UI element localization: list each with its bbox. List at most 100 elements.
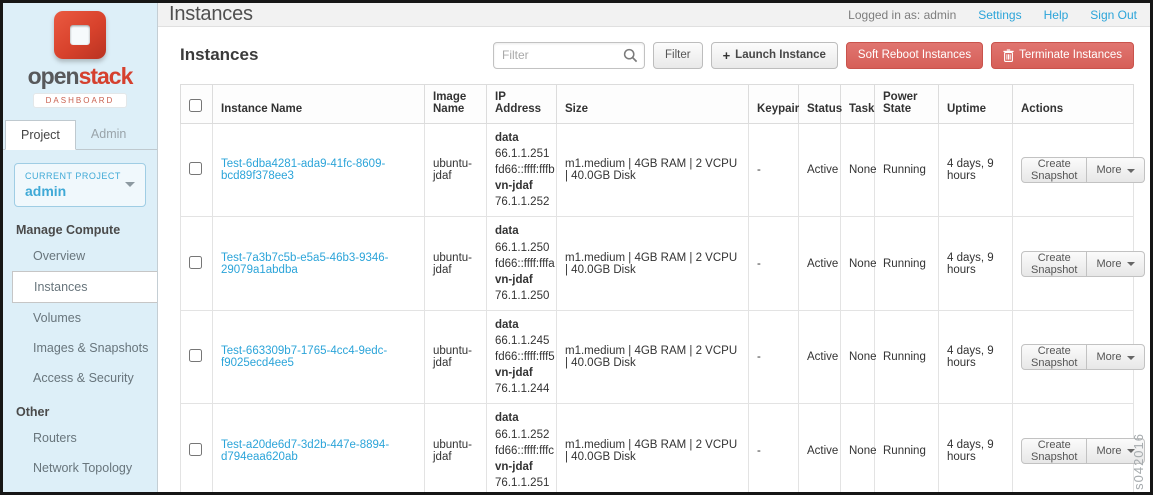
create-snapshot-button[interactable]: Create Snapshot: [1021, 251, 1087, 277]
row-checkbox[interactable]: [189, 443, 202, 456]
instances-rows: Test-6dba4281-ada9-41fc-8609-bcd89f378ee…: [181, 124, 1134, 495]
col-image-name: Image Name: [425, 85, 487, 124]
instance-name-link[interactable]: Test-6dba4281-ada9-41fc-8609-bcd89f378ee…: [221, 158, 385, 182]
ip-v6: fd66::ffff:fffb: [495, 162, 548, 178]
row-checkbox[interactable]: [189, 349, 202, 362]
power-state-cell: Running: [875, 310, 939, 403]
sidebar-item-load-balancers[interactable]: Load Balancers: [3, 483, 157, 495]
caret-down-icon: [1127, 262, 1135, 266]
sidebar-item-overview[interactable]: Overview: [3, 241, 157, 271]
network-2-name: vn-jdaf: [495, 272, 548, 288]
col-actions: Actions: [1013, 85, 1134, 124]
ip-v4-1: 66.1.1.251: [495, 146, 548, 162]
ip-v4-1: 66.1.1.252: [495, 427, 548, 443]
instance-name-cell: Test-a20de6d7-3d2b-447e-8894-d794eaa620a…: [213, 404, 425, 495]
more-actions-button[interactable]: More: [1087, 344, 1144, 370]
power-state-cell: Running: [875, 124, 939, 217]
ip-v4-2: 76.1.1.251: [495, 475, 548, 491]
tab-admin[interactable]: Admin: [76, 120, 141, 149]
instance-name-link[interactable]: Test-663309b7-1765-4cc4-9edc-f9025ecd4ee…: [221, 345, 387, 369]
col-ip-address: IP Address: [487, 85, 557, 124]
page-title: Instances: [169, 3, 253, 26]
help-link[interactable]: Help: [1044, 8, 1069, 22]
instance-name-cell: Test-6dba4281-ada9-41fc-8609-bcd89f378ee…: [213, 124, 425, 217]
current-project-selector[interactable]: CURRENT PROJECT admin: [14, 163, 146, 207]
launch-instance-button[interactable]: +Launch Instance: [711, 42, 838, 69]
caret-down-icon: [1127, 356, 1135, 360]
instances-table: Instance Name Image Name IP Address Size…: [180, 84, 1134, 495]
top-header-links: Logged in as: admin Settings Help Sign O…: [848, 8, 1137, 22]
keypair-cell: -: [749, 310, 799, 403]
more-actions-button[interactable]: More: [1087, 157, 1144, 183]
row-actions-group: Create Snapshot More: [1021, 157, 1145, 183]
ip-address-cell: data 66.1.1.250 fd66::ffff:fffa vn-jdaf …: [487, 217, 557, 310]
more-actions-button[interactable]: More: [1087, 251, 1144, 277]
settings-link[interactable]: Settings: [978, 8, 1021, 22]
sidebar-item-access-security[interactable]: Access & Security: [3, 363, 157, 393]
sidebar-item-instances[interactable]: Instances: [12, 271, 157, 303]
task-cell: None: [841, 124, 875, 217]
create-snapshot-button[interactable]: Create Snapshot: [1021, 344, 1087, 370]
toolbar-actions: Filter +Launch Instance Soft Reboot Inst…: [493, 42, 1134, 69]
current-project-label: CURRENT PROJECT: [25, 171, 135, 181]
ip-v4-2: 76.1.1.250: [495, 288, 548, 304]
logged-in-as: Logged in as: admin: [848, 8, 956, 22]
section-heading: Instances: [180, 45, 258, 65]
table-row: Test-663309b7-1765-4cc4-9edc-f9025ecd4ee…: [181, 310, 1134, 403]
sign-out-link[interactable]: Sign Out: [1090, 8, 1137, 22]
size-cell: m1.medium | 4GB RAM | 2 VCPU | 40.0GB Di…: [557, 124, 749, 217]
image-name-cell: ubuntu-jdaf: [425, 124, 487, 217]
terminate-instances-button[interactable]: Terminate Instances: [991, 42, 1134, 69]
instance-name-link[interactable]: Test-7a3b7c5b-e5a5-46b3-9346-29079a1abdb…: [221, 252, 389, 276]
instance-name-cell: Test-663309b7-1765-4cc4-9edc-f9025ecd4ee…: [213, 310, 425, 403]
size-cell: m1.medium | 4GB RAM | 2 VCPU | 40.0GB Di…: [557, 310, 749, 403]
sidebar-item-network-topology[interactable]: Network Topology: [3, 453, 157, 483]
network-1-name: data: [495, 223, 548, 239]
tab-project[interactable]: Project: [5, 120, 76, 150]
size-cell: m1.medium | 4GB RAM | 2 VCPU | 40.0GB Di…: [557, 404, 749, 495]
ip-v4-1: 66.1.1.245: [495, 333, 548, 349]
openstack-wordmark: openstack: [3, 65, 157, 88]
row-actions-group: Create Snapshot More: [1021, 438, 1145, 464]
keypair-cell: -: [749, 217, 799, 310]
wordmark-stack: stack: [79, 63, 133, 89]
chevron-down-icon: [125, 182, 135, 187]
instance-name-link[interactable]: Test-a20de6d7-3d2b-447e-8894-d794eaa620a…: [221, 439, 389, 463]
sidebar-item-images-snapshots[interactable]: Images & Snapshots: [3, 333, 157, 363]
task-cell: None: [841, 310, 875, 403]
current-project-value: admin: [25, 183, 135, 199]
dashboard-badge: DASHBOARD: [33, 93, 128, 108]
sidebar-item-routers[interactable]: Routers: [3, 423, 157, 453]
create-snapshot-button[interactable]: Create Snapshot: [1021, 157, 1087, 183]
row-actions-group: Create Snapshot More: [1021, 251, 1145, 277]
main-area: Instances Logged in as: admin Settings H…: [158, 3, 1151, 492]
row-checkbox[interactable]: [189, 162, 202, 175]
instances-toolbar: Instances Filter +Launch Instance Soft R…: [180, 39, 1134, 71]
status-cell: Active: [799, 217, 841, 310]
more-label: More: [1096, 258, 1121, 270]
sidebar-item-volumes[interactable]: Volumes: [3, 303, 157, 333]
task-cell: None: [841, 217, 875, 310]
search-icon: [623, 48, 638, 63]
ip-address-cell: data 66.1.1.245 fd66::ffff:fff5 vn-jdaf …: [487, 310, 557, 403]
row-checkbox[interactable]: [189, 256, 202, 269]
soft-reboot-instances-button[interactable]: Soft Reboot Instances: [846, 42, 983, 69]
col-instance-name: Instance Name: [213, 85, 425, 124]
select-all-checkbox[interactable]: [189, 99, 202, 112]
filter-button[interactable]: Filter: [653, 42, 703, 69]
power-state-cell: Running: [875, 217, 939, 310]
more-label: More: [1096, 351, 1121, 363]
status-cell: Active: [799, 310, 841, 403]
more-label: More: [1096, 164, 1121, 176]
image-name-cell: ubuntu-jdaf: [425, 310, 487, 403]
ip-address-cell: data 66.1.1.251 fd66::ffff:fffb vn-jdaf …: [487, 124, 557, 217]
watermark: s042016: [1131, 433, 1146, 490]
create-snapshot-button[interactable]: Create Snapshot: [1021, 438, 1087, 464]
table-row: Test-7a3b7c5b-e5a5-46b3-9346-29079a1abdb…: [181, 217, 1134, 310]
ip-v6: fd66::ffff:fffc: [495, 443, 548, 459]
network-1-name: data: [495, 317, 548, 333]
top-header-bar: Instances Logged in as: admin Settings H…: [158, 3, 1151, 27]
ip-v6: fd66::ffff:fffa: [495, 256, 548, 272]
openstack-cube-icon: [54, 11, 106, 59]
actions-cell: Create Snapshot More: [1013, 217, 1134, 310]
